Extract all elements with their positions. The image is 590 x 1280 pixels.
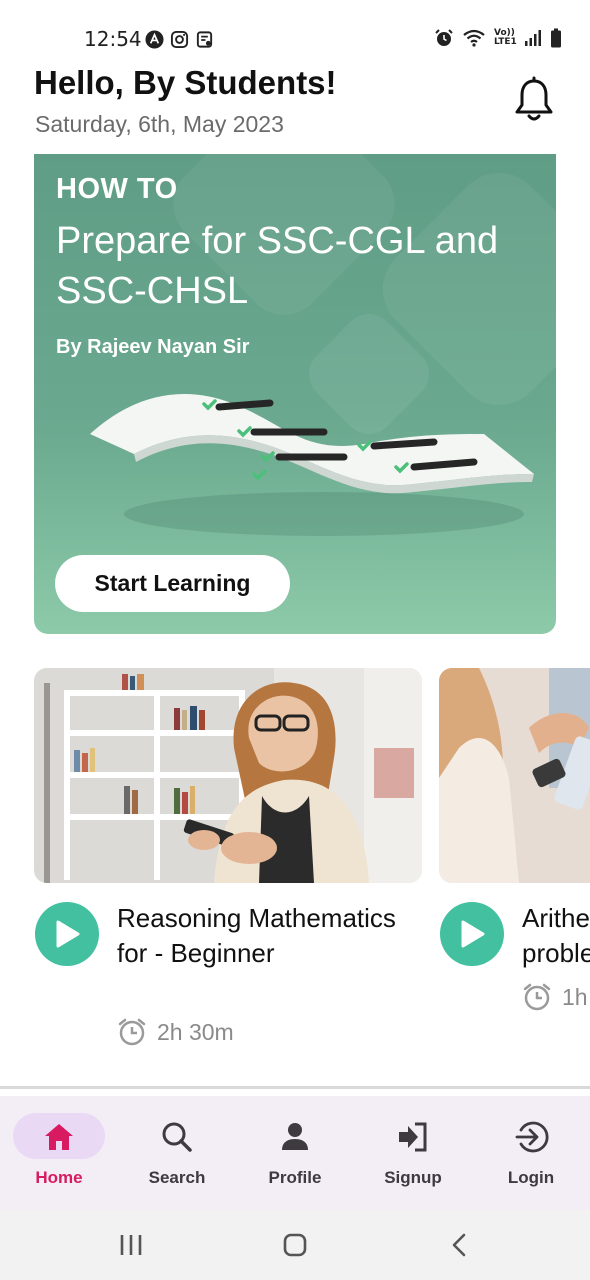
checklist-illustration [90, 394, 534, 536]
clock-icon [523, 983, 551, 1011]
signup-icon [399, 1122, 427, 1152]
hero-title: Prepare for SSC-CGL and SSC-CHSL [56, 220, 499, 312]
course-duration-text: 2h 30m [157, 1018, 234, 1045]
nav-item-login[interactable]: Login [472, 1096, 590, 1210]
hero-author: By Rajeev Nayan Sir [56, 336, 250, 358]
course-title: Reasoning Mathematics for - Beginner [117, 903, 396, 968]
course-card[interactable]: Arithe proble 1h [439, 668, 590, 1068]
date-subtitle: Saturday, 6th, May 2023 [35, 111, 284, 137]
signal-icon [525, 30, 541, 46]
nav-label: Search [148, 1168, 206, 1187]
course-thumbnail-image [34, 668, 422, 883]
instagram-icon [170, 30, 189, 49]
greeting-title: Hello, By Students! [34, 64, 337, 101]
nav-label: Home [35, 1168, 83, 1187]
play-icon [56, 920, 80, 948]
notes-icon [196, 31, 213, 48]
course-duration: 2h 30m [117, 1017, 234, 1047]
status-right-icons: Vo)) LTE1 [434, 28, 562, 48]
alarm-icon [435, 29, 453, 46]
volte-icon: Vo)) LTE1 [494, 28, 517, 47]
status-time: 12:54 [84, 27, 142, 51]
nav-label: Signup [384, 1168, 442, 1187]
nav-item-profile[interactable]: Profile [236, 1096, 354, 1210]
back-icon[interactable] [444, 1230, 476, 1260]
nav-item-search[interactable]: Search [118, 1096, 236, 1210]
person-icon [282, 1123, 308, 1150]
hero-banner[interactable]: HOW TO Prepare for SSC-CGL and SSC-CHSL … [34, 154, 556, 634]
nav-label: Login [507, 1168, 555, 1187]
search-icon [162, 1122, 192, 1152]
clock-icon [118, 1018, 146, 1046]
battery-icon [551, 28, 561, 48]
play-button[interactable] [440, 902, 504, 966]
app-a-icon [145, 30, 164, 49]
nav-label: Profile [268, 1168, 322, 1187]
bottom-nav: Home Search Profile Signup Login [0, 1096, 590, 1210]
nav-item-home[interactable]: Home [0, 1096, 118, 1210]
course-thumbnail[interactable] [34, 668, 422, 883]
course-duration-text: 1h [562, 983, 588, 1010]
course-thumbnail-image [439, 668, 590, 883]
home-button-icon[interactable] [279, 1230, 311, 1260]
recent-apps-icon[interactable] [115, 1230, 147, 1260]
nav-item-signup[interactable]: Signup [354, 1096, 472, 1210]
course-title: Arithe proble [522, 903, 590, 968]
status-left-icons [145, 30, 214, 49]
play-button[interactable] [35, 902, 99, 966]
play-icon [461, 920, 485, 948]
course-duration: 1h [522, 982, 588, 1012]
course-card[interactable]: Reasoning Mathematics for - Beginner 2h … [34, 668, 422, 1068]
divider [0, 1086, 590, 1089]
login-icon [515, 1121, 549, 1153]
start-learning-button[interactable]: Start Learning [55, 555, 290, 612]
bell-icon[interactable] [512, 76, 556, 124]
hero-kicker: HOW TO [56, 173, 178, 205]
home-icon [45, 1124, 73, 1150]
course-thumbnail[interactable] [439, 668, 590, 883]
system-nav-bar [0, 1210, 590, 1280]
status-bar: 12:54 Vo)) LTE1 [0, 0, 590, 64]
wifi-icon [463, 29, 485, 47]
